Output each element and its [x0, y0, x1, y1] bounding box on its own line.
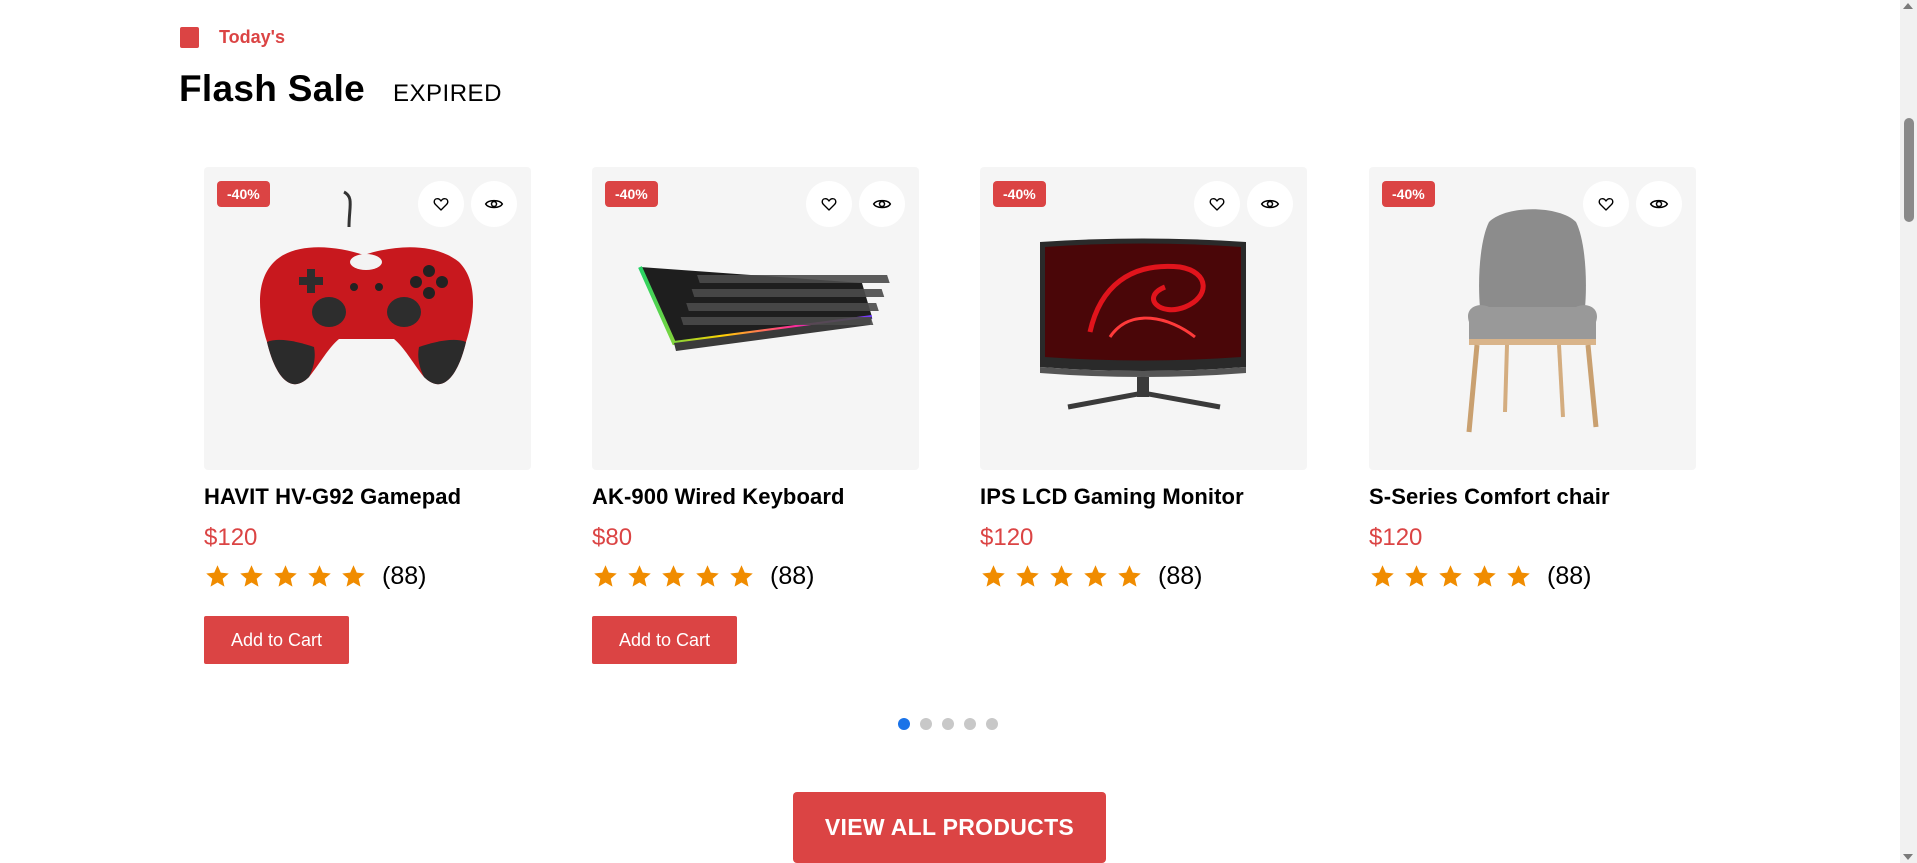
star-rating	[980, 563, 1143, 590]
discount-badge: -40%	[993, 181, 1046, 207]
wishlist-button[interactable]	[806, 181, 852, 227]
product-name[interactable]: AK-900 Wired Keyboard	[592, 484, 919, 510]
star-icon	[594, 565, 617, 587]
product-name[interactable]: S-Series Comfort chair	[1369, 484, 1696, 510]
carousel-dot-2[interactable]	[920, 718, 932, 730]
product-price: $80	[592, 524, 633, 551]
product-price: $120	[204, 524, 258, 551]
product-image-area[interactable]: -40%	[592, 167, 919, 470]
heart-icon	[821, 198, 837, 211]
carousel-dot-3[interactable]	[942, 718, 954, 730]
carousel-dot-4[interactable]	[964, 718, 976, 730]
star-icon	[1050, 565, 1073, 587]
star-icon	[1405, 565, 1428, 587]
eye-icon	[1260, 199, 1280, 209]
star-icon	[240, 565, 263, 587]
product-rating: (88)	[592, 562, 919, 591]
heart-icon	[433, 198, 449, 211]
star-icon	[628, 565, 651, 587]
product-rating: (88)	[1369, 562, 1696, 591]
add-to-cart-button[interactable]: Add to Cart	[592, 616, 738, 664]
product-name[interactable]: HAVIT HV-G92 Gamepad	[204, 484, 531, 510]
rating-count: (88)	[1158, 562, 1203, 590]
star-icon	[206, 565, 229, 587]
product-price: $120	[1369, 524, 1423, 551]
star-icon	[1439, 565, 1462, 587]
star-icon	[1507, 565, 1530, 587]
carousel-dot-5[interactable]	[986, 718, 998, 730]
star-rating	[204, 563, 367, 590]
wishlist-button[interactable]	[418, 181, 464, 227]
product-image-area[interactable]: -40%	[1369, 167, 1696, 470]
discount-badge: -40%	[217, 181, 270, 207]
eye-icon	[484, 199, 504, 209]
rating-count: (88)	[770, 562, 815, 590]
add-to-cart-button[interactable]: Add to Cart	[204, 616, 350, 664]
star-icon	[662, 565, 685, 587]
star-rating	[1369, 563, 1532, 590]
product-price: $120	[980, 524, 1034, 551]
quick-view-button[interactable]	[859, 181, 905, 227]
eye-icon	[1649, 199, 1669, 209]
product-name[interactable]: IPS LCD Gaming Monitor	[980, 484, 1307, 510]
star-icon	[1118, 565, 1141, 587]
star-icon	[308, 565, 331, 587]
discount-badge: -40%	[605, 181, 658, 207]
section-headline: Flash Sale EXPIRED	[179, 68, 502, 110]
star-icon	[1084, 565, 1107, 587]
section-title: Flash Sale	[179, 68, 366, 109]
carousel-pagination	[898, 718, 998, 730]
scroll-down-arrow-icon[interactable]	[1903, 854, 1913, 860]
star-icon	[274, 565, 297, 587]
quick-view-button[interactable]	[1636, 181, 1682, 227]
heart-icon	[1209, 198, 1225, 211]
rating-count: (88)	[1547, 562, 1592, 590]
product-image-area[interactable]: -40%	[204, 167, 531, 470]
countdown-status: EXPIRED	[393, 80, 502, 107]
rating-count: (88)	[382, 562, 427, 590]
star-icon	[1016, 565, 1039, 587]
product-image-area[interactable]: -40%	[980, 167, 1307, 470]
wishlist-button[interactable]	[1583, 181, 1629, 227]
section-tag-label: Today's	[219, 27, 285, 47]
page-scrollbar[interactable]	[1900, 0, 1917, 863]
view-all-products-button[interactable]: VIEW ALL PRODUCTS	[793, 792, 1106, 863]
product-card[interactable]: -40% S-Series Comfort chair $120 (88)	[1369, 167, 1696, 591]
carousel-dot-1[interactable]	[898, 718, 910, 730]
product-card[interactable]: -40% IPS LCD Gaming Monitor $120 (88)	[980, 167, 1307, 591]
star-icon	[1473, 565, 1496, 587]
heart-icon	[1598, 198, 1614, 211]
eye-icon	[872, 199, 892, 209]
scrollbar-thumb[interactable]	[1904, 118, 1914, 222]
scroll-up-arrow-icon[interactable]	[1903, 3, 1913, 9]
product-rating: (88)	[980, 562, 1307, 591]
star-icon	[1371, 565, 1394, 587]
product-rating: (88)	[204, 562, 531, 591]
section-tag-bar	[180, 27, 199, 48]
quick-view-button[interactable]	[471, 181, 517, 227]
product-card[interactable]: -40% AK-900 Wired Keyboard $80 (88) Add …	[592, 167, 919, 664]
section-tag: Today's	[180, 27, 285, 48]
quick-view-button[interactable]	[1247, 181, 1293, 227]
star-icon	[696, 565, 719, 587]
product-card[interactable]: -40% HAVIT HV-G92 Gamepad $120 (88) Add …	[204, 167, 531, 664]
discount-badge: -40%	[1382, 181, 1435, 207]
star-icon	[982, 565, 1005, 587]
star-icon	[342, 565, 365, 587]
star-rating	[592, 563, 755, 590]
star-icon	[730, 565, 753, 587]
wishlist-button[interactable]	[1194, 181, 1240, 227]
